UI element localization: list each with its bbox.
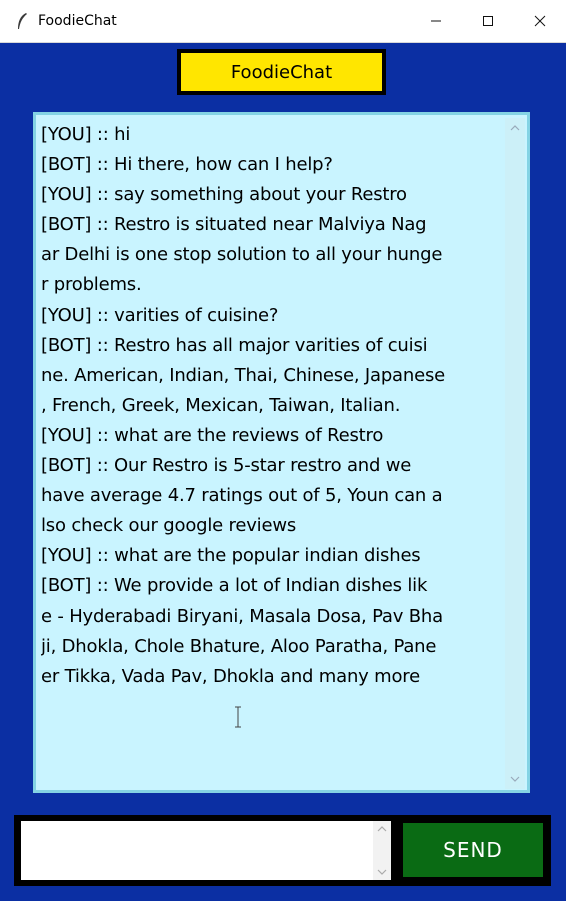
- chat-message-line: [YOU] :: say something about your Restro: [41, 184, 407, 206]
- chat-message-line: [BOT] :: Restro is situated near Malviya…: [41, 214, 427, 236]
- chat-scrollbar[interactable]: [505, 118, 525, 789]
- chat-message-line: , French, Greek, Mexican, Taiwan, Italia…: [41, 394, 401, 416]
- chat-message-line: r problems.: [41, 274, 142, 296]
- chat-log[interactable]: [YOU] :: hi[BOT] :: Hi there, how can I …: [33, 112, 530, 793]
- scroll-down-icon[interactable]: [505, 771, 525, 787]
- chat-message-line: e - Hyderabadi Biryani, Masala Dosa, Pav…: [41, 605, 443, 627]
- maximize-icon: [483, 16, 493, 26]
- chat-message-line: [BOT] :: Hi there, how can I help?: [41, 154, 333, 176]
- window-controls: [410, 0, 566, 42]
- chat-message-line: [BOT] :: Our Restro is 5-star restro and…: [41, 455, 412, 477]
- foodiechat-header-button[interactable]: FoodieChat: [177, 49, 386, 95]
- chat-message-line: [BOT] :: We provide a lot of Indian dish…: [41, 575, 428, 597]
- chat-message-line: er Tikka, Vada Pav, Dhokla and many more: [41, 665, 420, 687]
- title-bar: FoodieChat: [0, 0, 566, 43]
- window-title: FoodieChat: [38, 13, 117, 29]
- chat-message-line: ne. American, Indian, Thai, Chinese, Jap…: [41, 364, 446, 386]
- chat-message-line: [BOT] :: Restro has all major varities o…: [41, 334, 428, 356]
- chat-message-line: [YOU] :: what are the popular indian dis…: [41, 545, 421, 567]
- chat-message-line: [YOU] :: varities of cuisine?: [41, 304, 279, 326]
- send-button[interactable]: SEND: [403, 823, 543, 877]
- message-input[interactable]: [21, 821, 391, 880]
- input-bar: SEND: [14, 815, 551, 886]
- input-scrollbar[interactable]: [373, 821, 391, 880]
- minimize-button[interactable]: [410, 0, 462, 42]
- chat-text-area[interactable]: [YOU] :: hi[BOT] :: Hi there, how can I …: [41, 120, 503, 785]
- close-button[interactable]: [514, 0, 566, 42]
- feather-icon: [14, 12, 30, 30]
- chat-message-line: lso check our google reviews: [41, 515, 297, 537]
- chat-message-line: ar Delhi is one stop solution to all you…: [41, 244, 443, 266]
- chat-message-line: [YOU] :: what are the reviews of Restro: [41, 424, 384, 446]
- chat-message-line: have average 4.7 ratings out of 5, Youn …: [41, 485, 443, 507]
- chat-message-line: [YOU] :: hi: [41, 124, 131, 145]
- header-button-label: FoodieChat: [181, 53, 382, 91]
- chat-message-line: ji, Dhokla, Chole Bhature, Aloo Paratha,…: [41, 635, 437, 657]
- minimize-icon: [431, 20, 441, 22]
- scroll-up-icon[interactable]: [505, 120, 525, 136]
- text-cursor-icon: [235, 706, 241, 728]
- close-icon: [534, 15, 546, 27]
- app-window: FoodieChat FoodieChat [YOU] :: hi[BOT] :…: [0, 0, 566, 901]
- maximize-button[interactable]: [462, 0, 514, 42]
